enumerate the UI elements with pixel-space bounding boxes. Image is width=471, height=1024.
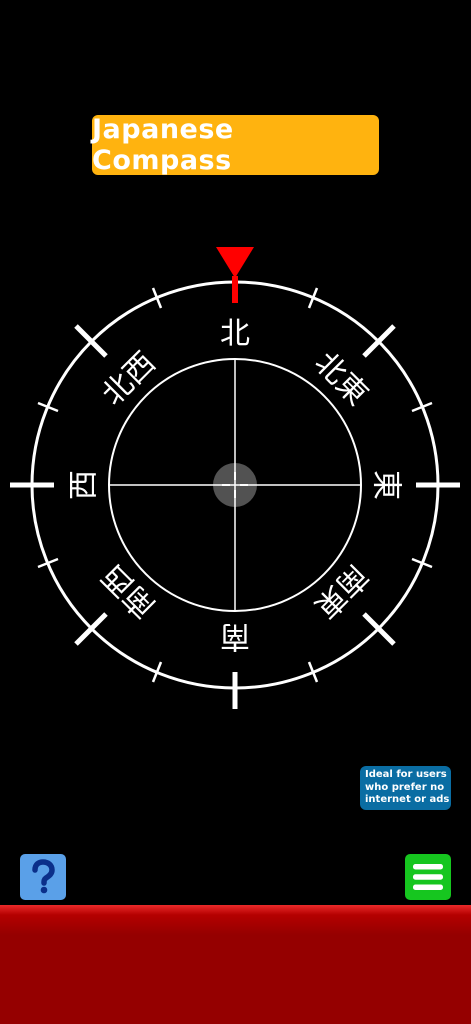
heading-pointer-icon [216, 247, 254, 278]
app-title-button[interactable]: Japanese Compass [92, 114, 379, 176]
direction-north-label: 北 [220, 317, 250, 352]
direction-east-label: 東 [369, 470, 404, 500]
hamburger-menu-icon [413, 864, 443, 890]
no-ads-info-badge[interactable]: Ideal for users who prefer no internet o… [360, 766, 451, 810]
direction-west-label: 西 [67, 470, 102, 500]
info-badge-line-1: Ideal for users [365, 769, 447, 780]
compass-dial: 北 北東 東 南東 南 南西 西 北西 [10, 247, 460, 709]
info-badge-line-3: internet or ads [365, 794, 450, 805]
help-button[interactable] [20, 854, 66, 900]
heading-pointer-stem [232, 276, 238, 303]
bottom-ad-banner-area [0, 905, 471, 1024]
menu-button[interactable] [405, 854, 451, 900]
level-bubble [213, 463, 257, 507]
info-badge-line-2: who prefer no [365, 781, 445, 793]
direction-south-label: 南 [220, 619, 250, 654]
question-icon [32, 859, 55, 894]
app-screen: Japanese Compass 北 北東 東 南東 南 南西 西 北西 Ide… [0, 0, 471, 1024]
